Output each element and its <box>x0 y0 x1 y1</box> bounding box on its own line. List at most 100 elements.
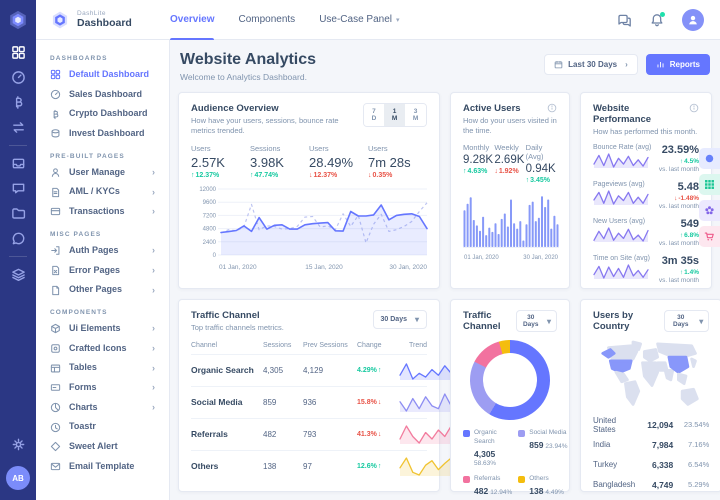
help-icon[interactable] <box>689 103 699 113</box>
range-1m-button[interactable]: 1 M <box>384 104 405 126</box>
app-logo[interactable] <box>0 0 36 40</box>
tab-overview[interactable]: Overview <box>170 0 214 40</box>
sidebar-item-email-template[interactable]: Email Template <box>36 457 169 477</box>
sidebar-item-sales-dashboard[interactable]: Sales Dashboard <box>36 85 169 105</box>
card-title: Traffic Channel <box>463 310 516 332</box>
metric-value: 23.59% <box>659 144 699 156</box>
icon-rail: AB <box>0 0 36 500</box>
period-dropdown[interactable]: 30 Days▾ <box>516 310 557 332</box>
metric-value: 7m 28s <box>368 155 427 170</box>
user-avatar[interactable] <box>682 9 704 31</box>
card-title: Website Performance <box>593 103 689 125</box>
rail-crypto-icon[interactable] <box>11 95 26 110</box>
help-icon[interactable] <box>547 103 557 113</box>
page-subtitle: Welcome to Analytics Dashboard. <box>180 72 316 82</box>
document-icon <box>50 187 61 198</box>
brand[interactable]: DashLite Dashboard <box>50 10 154 30</box>
rail-settings-icon[interactable] <box>11 437 26 452</box>
country-row: Bangladesh4,7495.29% <box>593 475 709 494</box>
page-title: Website Analytics <box>180 51 316 69</box>
reports-button[interactable]: Reports <box>646 54 710 75</box>
rail-divider <box>9 145 27 146</box>
metric-label: Monthly <box>463 143 494 152</box>
sidebar-item-invest-dashboard[interactable]: Invest Dashboard <box>36 124 169 144</box>
chevron-right-icon: › <box>152 188 155 197</box>
cart-icon[interactable] <box>699 226 720 247</box>
metric-delta: ↑12.37% <box>191 172 250 179</box>
range-3m-button[interactable]: 3 M <box>405 104 426 126</box>
hexagon-logo-icon <box>7 9 29 31</box>
svg-text:7200: 7200 <box>203 213 217 219</box>
table-row[interactable]: Referrals 482 793 41.3%↓ <box>191 418 427 450</box>
notification-dot <box>660 12 665 17</box>
sidebar-item-crafted-icons[interactable]: Crafted Icons› <box>36 339 169 359</box>
donut-hole <box>483 353 537 407</box>
sidebar-item-other-pages[interactable]: Other Pages› <box>36 280 169 300</box>
sidebar-item-transactions[interactable]: Transactions› <box>36 202 169 222</box>
tab-use-case-panel[interactable]: Use-Case Panel▾ <box>319 0 399 40</box>
rail-sales-icon[interactable] <box>11 70 26 85</box>
sidebar-item-ui-elements[interactable]: Ui Elements› <box>36 319 169 339</box>
card-subtitle: Top traffic channels metrics. <box>191 323 284 333</box>
metric-delta: ↑47.74% <box>250 172 309 179</box>
sidebar-item-sweet-alert[interactable]: Sweet Alert <box>36 437 169 457</box>
apps-grid-icon[interactable] <box>699 174 720 195</box>
rail-user-avatar[interactable]: AB <box>6 466 30 490</box>
messages-icon[interactable] <box>616 12 632 28</box>
metric-delta: ↑4.63% <box>463 168 494 175</box>
table-row[interactable]: Organic Search 4,305 4,129 4.29%↑ <box>191 354 427 386</box>
main-content: Website Analytics Welcome to Analytics D… <box>170 40 720 500</box>
legend-item: Others1384.49% <box>518 475 567 498</box>
svg-text:30 Jan, 2020: 30 Jan, 2020 <box>389 264 427 271</box>
icon-box-icon <box>50 343 61 354</box>
metric-value: 2.69K <box>494 154 525 166</box>
sidebar-section-title: DASHBOARDS <box>36 46 169 65</box>
traffic-donut-chart <box>470 340 550 420</box>
rail-messages-icon[interactable] <box>11 231 26 246</box>
metric-delta: ↑4.5% <box>659 158 699 165</box>
sidebar-item-error-pages[interactable]: Error Pages› <box>36 261 169 281</box>
sidebar-item-charts[interactable]: Charts› <box>36 398 169 418</box>
sidebar-item-tables[interactable]: Tables› <box>36 358 169 378</box>
notifications-bell-icon[interactable] <box>649 12 665 28</box>
sidebar-item-default-dashboard[interactable]: Default Dashboard <box>36 65 169 85</box>
traffic-channel-donut-card: Traffic Channel 30 Days▾ Organic Search4… <box>450 299 570 492</box>
period-dropdown[interactable]: 30 Days▾ <box>373 310 427 329</box>
sidebar-item-aml-kycs[interactable]: AML / KYCs› <box>36 182 169 202</box>
info-circle-icon[interactable] <box>699 148 720 169</box>
tab-components[interactable]: Components <box>238 0 295 40</box>
users-by-country-card: Users by Country 30 Days▾ <box>580 299 720 492</box>
file-x-icon <box>50 265 61 276</box>
chevron-down-icon: ▾ <box>396 16 400 24</box>
diamond-icon <box>50 441 61 452</box>
table-row[interactable]: Others 138 97 12.6%↑ <box>191 450 427 482</box>
metric-label: New Users (avg) <box>593 218 649 225</box>
metric-value: 5.48 <box>659 181 699 193</box>
table-header: Channel Sessions Prev Sessions Change Tr… <box>191 342 427 354</box>
rail-inbox-icon[interactable] <box>11 156 26 171</box>
sidebar-item-toastr[interactable]: Toastr <box>36 417 169 437</box>
metric-label: Users <box>191 144 250 153</box>
metric-label: Pageviews (avg) <box>593 181 649 188</box>
table-row[interactable]: Social Media 859 936 15.8%↓ <box>191 386 427 418</box>
legend-swatch <box>518 430 525 437</box>
flower-icon[interactable] <box>699 200 720 221</box>
svg-text:30 Jan, 2020: 30 Jan, 2020 <box>523 255 558 261</box>
sparkline-chart <box>593 230 649 247</box>
chevron-right-icon: › <box>152 344 155 353</box>
rail-dashboard-icon[interactable] <box>11 45 26 60</box>
sidebar-item-user-manage[interactable]: User Manage› <box>36 163 169 183</box>
rail-invest-icon[interactable] <box>11 120 26 135</box>
performance-row: Bounce Rate (avg) 23.59%↑4.5%vs. last mo… <box>593 144 699 174</box>
sidebar-item-auth-pages[interactable]: Auth Pages› <box>36 241 169 261</box>
sidebar-item-forms[interactable]: Forms› <box>36 378 169 398</box>
range-7d-button[interactable]: 7 D <box>364 104 384 126</box>
sidebar-item-crypto-dashboard[interactable]: Crypto Dashboard <box>36 104 169 124</box>
metric-value: 3.98K <box>250 155 309 170</box>
date-range-button[interactable]: Last 30 Days › <box>544 54 638 75</box>
period-dropdown[interactable]: 30 Days▾ <box>664 310 709 332</box>
rail-chat-icon[interactable] <box>11 181 26 196</box>
rail-layers-icon[interactable] <box>11 267 26 282</box>
audience-overview-card: Audience Overview How have your users, s… <box>178 92 440 289</box>
rail-files-icon[interactable] <box>11 206 26 221</box>
